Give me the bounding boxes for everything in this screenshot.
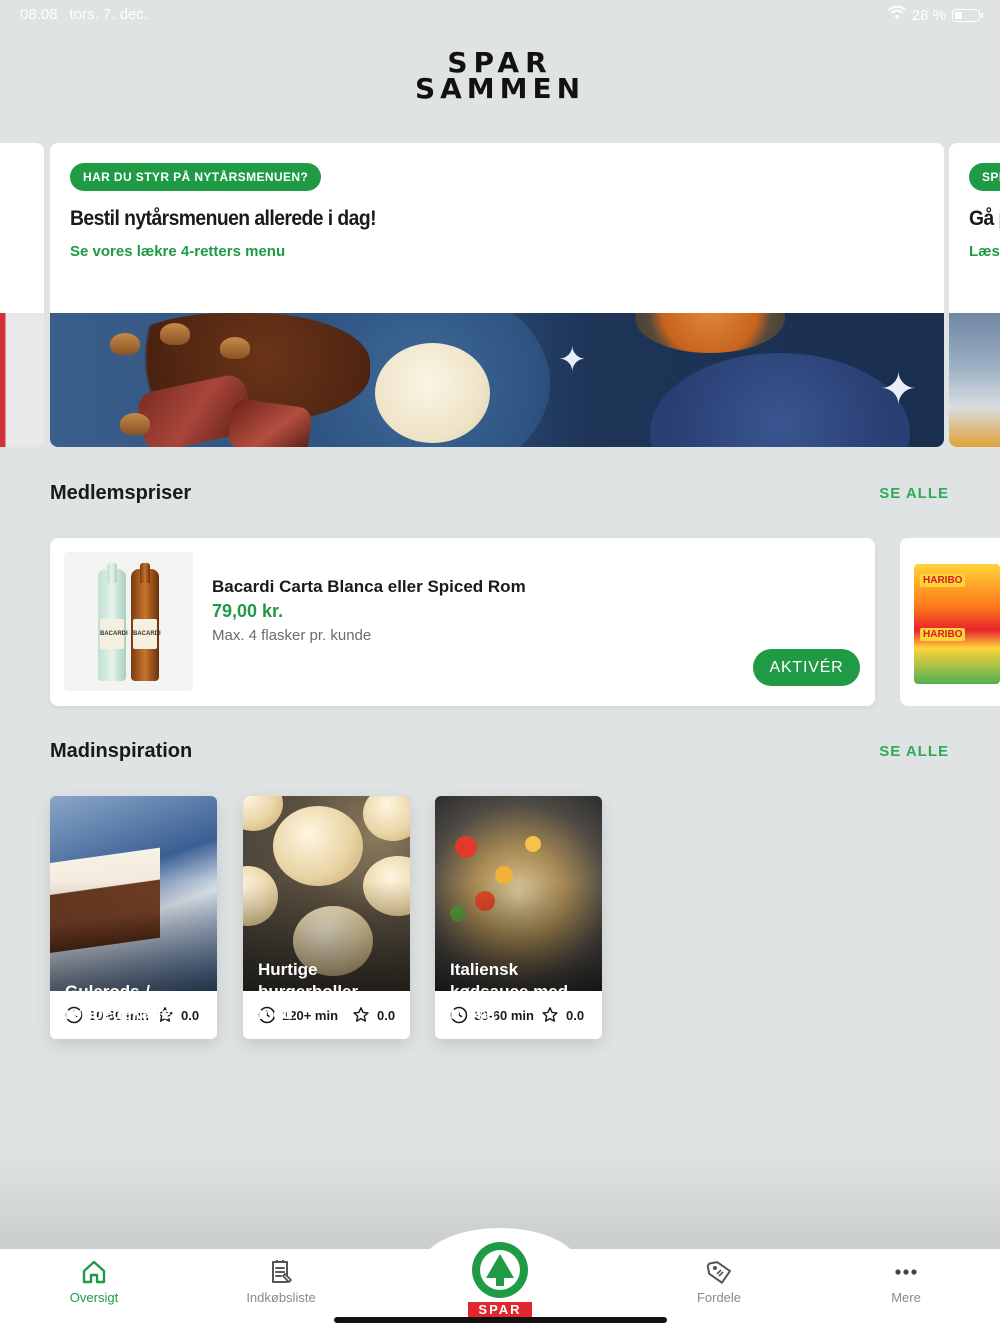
bottle-shape: BACARDI xyxy=(98,563,128,681)
tomato-shape xyxy=(495,866,513,884)
product-image: BACARDI BACARDI xyxy=(64,552,193,691)
battery-percent: 28 % xyxy=(911,6,946,24)
member-prices-see-all-link[interactable]: SE ALLE xyxy=(879,485,949,502)
hero-link: Læs xyxy=(969,243,1000,260)
home-icon xyxy=(82,1260,106,1284)
cake-shape xyxy=(50,847,160,955)
home-indicator xyxy=(334,1317,667,1323)
tab-label: Indkøbsliste xyxy=(246,1290,316,1305)
battery-icon xyxy=(952,8,983,22)
status-date: tors. 7. dec. xyxy=(69,6,148,23)
inspiration-title: Madinspiration xyxy=(50,740,193,762)
hero-title: Bestil nytårsmenuen allerede i dag! xyxy=(70,207,377,230)
tomato-shape xyxy=(455,836,477,858)
offer-card[interactable]: BACARDI BACARDI Bacardi Carta Blanca ell… xyxy=(50,538,875,706)
tab-mere[interactable]: Mere xyxy=(846,1258,966,1305)
tab-label: Oversigt xyxy=(69,1290,119,1305)
puree-shape xyxy=(375,343,490,443)
recipe-image xyxy=(50,796,217,991)
bun-shape xyxy=(273,806,363,886)
status-datetime: 08.08 tors. 7. dec. xyxy=(20,6,160,23)
shopping-list-icon xyxy=(272,1260,292,1283)
tab-fordele[interactable]: Fordele xyxy=(659,1258,779,1305)
tag-icon xyxy=(706,1261,732,1284)
hero-image xyxy=(0,313,44,447)
status-indicators: 28 % xyxy=(887,5,983,24)
product-image: HARIBO HARIBO xyxy=(914,564,1000,684)
tab-oversigt[interactable]: Oversigt xyxy=(34,1258,154,1305)
status-time: 08.08 xyxy=(20,6,58,23)
bun-shape xyxy=(363,856,410,916)
offer-note: Max. 4 flasker pr. kunde xyxy=(212,627,372,644)
mushroom-shape xyxy=(110,333,140,355)
plate-shape xyxy=(650,353,910,447)
bun-shape xyxy=(243,866,278,926)
mushroom-shape xyxy=(120,413,150,435)
recipe-title: Gulerods-/ rødbedekage xyxy=(65,982,171,1023)
hero-pill: SPI xyxy=(969,163,1000,191)
hero-image xyxy=(949,313,1000,447)
tab-label: Fordele xyxy=(696,1290,742,1305)
bottle-shape: BACARDI xyxy=(131,563,161,681)
hero-image: ✦ ✦ xyxy=(50,313,944,447)
offer-name: Bacardi Carta Blanca eller Spiced Rom xyxy=(212,577,526,596)
mushroom-shape xyxy=(220,337,250,359)
tab-label: Mere xyxy=(891,1290,921,1305)
tomato-shape xyxy=(475,891,495,911)
bun-shape xyxy=(363,796,410,841)
hero-link[interactable]: Se vores lækre 4-retters menu xyxy=(70,243,285,260)
recipe-card[interactable]: Hurtige burgerboller med 120+ min 0.0 xyxy=(243,796,410,1039)
more-icon xyxy=(895,1269,917,1275)
wifi-icon xyxy=(887,5,906,24)
hero-card-previous[interactable] xyxy=(0,143,44,447)
member-prices-title: Medlemspriser xyxy=(50,482,192,504)
spar-sammen-logo: SPAR SAMMEN xyxy=(0,49,1000,105)
hero-card-next[interactable]: SPI Gå p Læs xyxy=(949,143,1000,447)
hero-card[interactable]: HAR DU STYR PÅ NYTÅRSMENUEN? Bestil nytå… xyxy=(50,143,944,447)
activate-button[interactable]: AKTIVÉR xyxy=(753,649,860,686)
mushroom-shape xyxy=(160,323,190,345)
tomato-shape xyxy=(525,836,541,852)
tab-indkobsliste[interactable]: Indkøbsliste xyxy=(221,1258,341,1305)
recipe-title: Italiensk kødsauce med tomat xyxy=(450,960,569,1023)
logo-line-2: SAMMEN xyxy=(414,72,586,105)
offer-card-next[interactable]: HARIBO HARIBO xyxy=(900,538,1000,706)
spar-logo-icon xyxy=(472,1242,528,1298)
sparkle-icon: ✦ xyxy=(880,365,917,414)
spar-label: SPAR xyxy=(468,1302,532,1317)
hero-pill: HAR DU STYR PÅ NYTÅRSMENUEN? xyxy=(70,163,322,191)
recipe-card[interactable]: Gulerods-/ rødbedekage 30-60 min 0.0 xyxy=(50,796,217,1039)
spar-center-button[interactable]: SPAR xyxy=(468,1240,532,1320)
bowl-shape xyxy=(635,313,785,353)
inspiration-see-all-link[interactable]: SE ALLE xyxy=(879,743,949,760)
bun-shape xyxy=(243,796,283,831)
sparkle-icon: ✦ xyxy=(558,341,587,379)
status-bar: 08.08 tors. 7. dec. 28 % xyxy=(0,0,1000,30)
recipe-card[interactable]: Italiensk kødsauce med tomat 30-60 min 0… xyxy=(435,796,602,1039)
hero-title: Gå p xyxy=(969,207,1000,230)
offer-price: 79,00 kr. xyxy=(212,601,284,621)
recipe-title: Hurtige burgerboller med xyxy=(258,960,359,1023)
basil-shape xyxy=(450,906,466,922)
